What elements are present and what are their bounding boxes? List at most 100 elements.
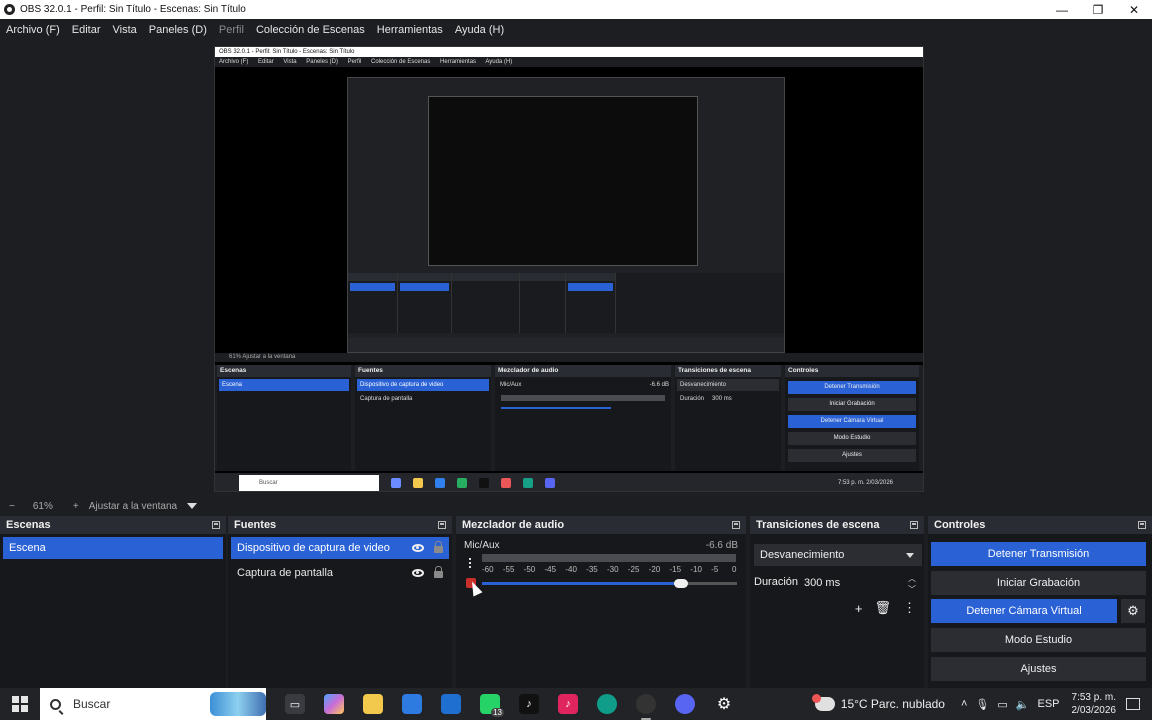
close-button[interactable]: ✕ <box>1116 0 1152 19</box>
lock-icon[interactable] <box>434 566 443 578</box>
notification-icon[interactable] <box>1126 698 1140 710</box>
windows-start-icon[interactable] <box>12 696 28 712</box>
eye-icon[interactable] <box>412 543 424 552</box>
zoom-out-button[interactable]: − <box>9 501 15 512</box>
nested-menu-item: Ayuda (H) <box>485 59 513 65</box>
menu-coleccion-escenas[interactable]: Colección de Escenas <box>256 24 365 36</box>
transition-actions: + 🗑 ⋮ <box>855 600 916 616</box>
spin-down-icon[interactable]: ﹀ <box>908 579 916 601</box>
meter-tick-label: -60 <box>482 565 494 574</box>
task-view-icon[interactable]: ▭ <box>285 694 305 714</box>
transitions-dock: Transiciones de escena Desvanecimiento D… <box>750 516 924 688</box>
source-item-screen-capture[interactable]: Captura de pantalla <box>231 562 449 584</box>
minimize-button[interactable]: — <box>1044 0 1080 19</box>
volume-knob[interactable] <box>673 579 688 588</box>
meter-tick-label: -10 <box>690 565 702 574</box>
menu-herramientas[interactable]: Herramientas <box>377 24 443 36</box>
nested-meter <box>501 395 665 401</box>
nested-deeper-panel <box>452 273 520 333</box>
file-explorer-icon[interactable] <box>363 694 383 714</box>
taskbar-clock[interactable]: 7:53 p. m. 2/03/2026 <box>1072 691 1117 717</box>
fit-dropdown-icon[interactable] <box>187 503 198 509</box>
controls-dock-header: Controles <box>928 516 1152 534</box>
sources-title: Fuentes <box>234 519 277 531</box>
transitions-title: Transiciones de escena <box>756 519 880 531</box>
maximize-button[interactable]: ❐ <box>1080 0 1116 19</box>
store-icon[interactable] <box>402 694 422 714</box>
meter-tick-label: -35 <box>586 565 598 574</box>
stop-stream-button[interactable]: Detener Transmisión <box>931 542 1146 566</box>
chevron-up-icon[interactable]: ˄ <box>961 698 967 710</box>
search-placeholder: Buscar <box>73 697 111 711</box>
kebab-menu-icon[interactable] <box>469 558 471 570</box>
settings-button[interactable]: Ajustes <box>931 657 1146 681</box>
microphone-icon[interactable]: 🎙 <box>975 698 989 711</box>
add-transition-button[interactable]: + <box>855 601 863 616</box>
volume-slider[interactable] <box>482 579 737 588</box>
nested-menu-item: Herramientas <box>440 59 477 65</box>
weather-widget[interactable]: 15°C Parc. nublado <box>811 694 945 711</box>
controls-dock: Controles Detener Transmisión Iniciar Gr… <box>928 516 1152 688</box>
transition-menu-button[interactable]: ⋮ <box>903 600 916 616</box>
undock-icon[interactable] <box>1138 521 1146 529</box>
nested-mixer-header: Mezclador de audio <box>495 365 671 377</box>
source-item-video-capture[interactable]: Dispositivo de captura de video <box>231 537 449 559</box>
menu-paneles[interactable]: Paneles (D) <box>149 24 207 36</box>
stop-virtual-camera-button[interactable]: Detener Cámara Virtual <box>931 599 1117 623</box>
nested-preview <box>347 77 785 353</box>
language-indicator[interactable]: ESP <box>1037 698 1059 710</box>
scene-item[interactable]: Escena <box>3 537 223 559</box>
studio-mode-button[interactable]: Modo Estudio <box>931 628 1146 652</box>
nested-clock: 7:53 p. m. 2/03/2026 <box>837 480 893 486</box>
obs-taskbar-icon[interactable] <box>636 694 656 720</box>
undock-icon[interactable] <box>438 521 446 529</box>
taskbar-search[interactable]: Buscar <box>40 688 266 720</box>
nested-transition-select: Desvanecimiento <box>677 379 779 391</box>
transition-select[interactable]: Desvanecimiento <box>754 544 922 566</box>
notification-badge: 13 <box>491 708 504 717</box>
tiktok-icon[interactable]: ♪ <box>519 694 539 714</box>
undock-icon[interactable] <box>910 521 918 529</box>
menu-perfil[interactable]: Perfil <box>219 24 244 36</box>
nested-obs-capture: OBS 32.0.1 - Perfil: Sin Título - Escena… <box>215 47 923 491</box>
duration-input[interactable]: 300 ms ︿ ﹀ <box>800 572 922 594</box>
speaker-icon[interactable]: 🔈 <box>1016 698 1030 711</box>
tiktok-studio-icon[interactable]: ♪ <box>558 694 578 714</box>
nested-transitions-dock: Transiciones de escena Desvanecimiento D… <box>675 365 783 471</box>
zoom-in-button[interactable]: + <box>73 501 79 512</box>
source-label: Dispositivo de captura de video <box>237 542 390 554</box>
obs-logo-icon <box>4 4 15 15</box>
nested-controls-header: Controles <box>785 365 919 377</box>
network-icon[interactable]: ▭ <box>997 698 1007 711</box>
settings-gear-icon[interactable]: ⚙ <box>714 694 734 714</box>
copilot-icon[interactable] <box>324 694 344 714</box>
transitions-dock-header: Transiciones de escena <box>750 516 924 534</box>
undock-icon[interactable] <box>732 521 740 529</box>
discord-icon[interactable] <box>675 694 695 714</box>
nested-statusbar: 61% Ajustar a la ventana <box>215 353 923 362</box>
menu-archivo[interactable]: Archivo (F) <box>6 24 60 36</box>
menu-ayuda[interactable]: Ayuda (H) <box>455 24 504 36</box>
menu-editar[interactable]: Editar <box>72 24 101 36</box>
gear-icon[interactable]: ⚙ <box>1121 599 1145 623</box>
nested-volume <box>501 407 611 409</box>
nested-deeper-panel <box>566 273 616 333</box>
remove-transition-button[interactable]: 🗑 <box>874 600 891 616</box>
fit-to-window-label[interactable]: Ajustar a la ventana <box>89 501 177 512</box>
eye-icon[interactable] <box>412 568 424 577</box>
whatsapp-icon[interactable]: 13 <box>480 694 504 717</box>
weather-cloud-icon <box>811 694 835 711</box>
preview-canvas[interactable]: OBS 32.0.1 - Perfil: Sin Título - Escena… <box>214 46 924 492</box>
menu-vista[interactable]: Vista <box>113 24 137 36</box>
nested-app-icon <box>457 478 467 488</box>
edge-icon[interactable] <box>597 694 617 714</box>
nested-controls-dock: Controles Detener Transmisión Iniciar Gr… <box>785 365 921 471</box>
lock-icon[interactable] <box>434 541 443 553</box>
outlook-icon[interactable] <box>441 694 461 714</box>
mixer-title: Mezclador de audio <box>462 519 565 531</box>
transition-selected: Desvanecimiento <box>760 549 845 561</box>
undock-icon[interactable] <box>212 521 220 529</box>
mixer-dock-header: Mezclador de audio <box>456 516 746 534</box>
start-recording-button[interactable]: Iniciar Grabación <box>931 571 1146 595</box>
mixer-track-mic-aux: Mic/Aux -6.6 dB -60 -55 -50 -45 -40 -35 -30 -25… <box>458 538 744 598</box>
